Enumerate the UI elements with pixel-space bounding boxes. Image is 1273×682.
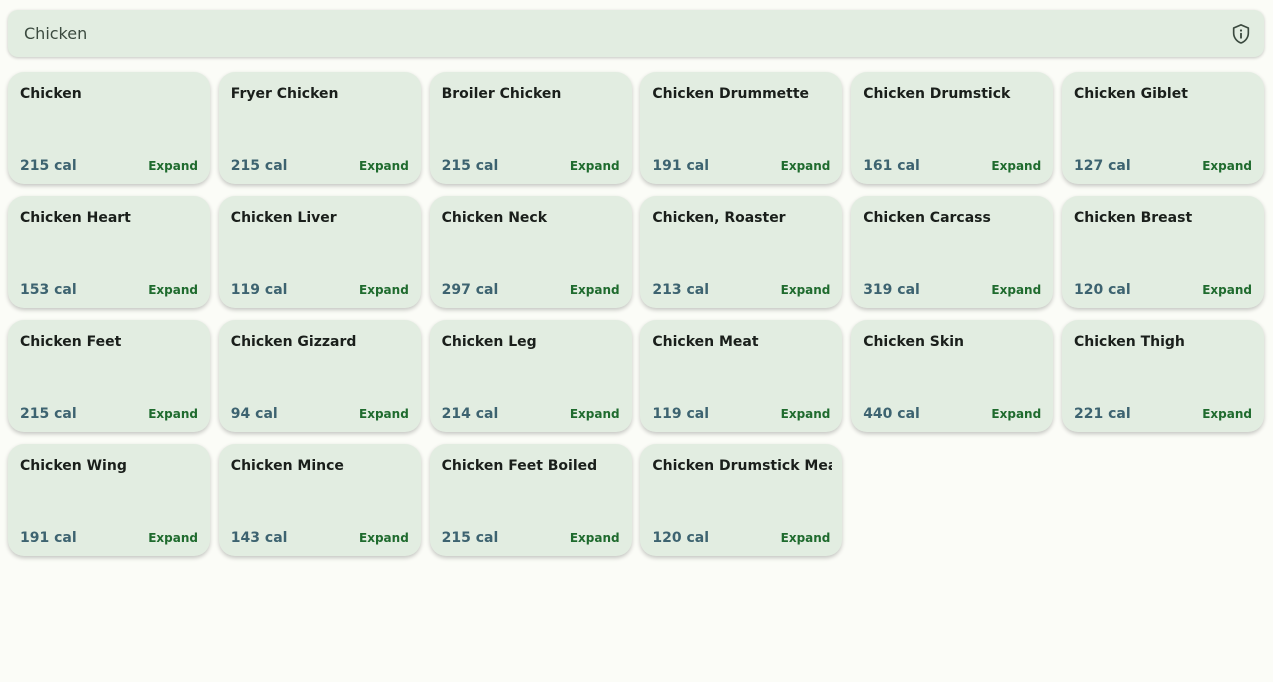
food-calories: 94 cal [230, 406, 278, 422]
food-calories: 215 cal [230, 158, 288, 174]
expand-button[interactable]: Expand [570, 159, 620, 173]
expand-button[interactable]: Expand [781, 159, 831, 173]
food-calories: 143 cal [230, 530, 288, 546]
food-name: Chicken Giblet [1073, 86, 1188, 102]
food-name: Chicken [20, 86, 82, 102]
food-calories: 214 cal [441, 406, 499, 422]
food-card[interactable]: Chicken Heart 153 cal Expand [8, 196, 210, 308]
food-name: Fryer Chicken [230, 86, 339, 102]
food-name: Chicken Mince [230, 458, 344, 474]
food-card[interactable]: Chicken Gizzard 94 cal Expand [218, 320, 421, 432]
expand-button[interactable]: Expand [781, 283, 831, 297]
expand-button[interactable]: Expand [570, 407, 620, 421]
food-card[interactable]: Chicken Neck 297 cal Expand [429, 196, 632, 308]
food-card[interactable]: Chicken Drumstick Meat 120 cal Expand [640, 444, 843, 556]
expand-button[interactable]: Expand [781, 531, 831, 545]
expand-button[interactable]: Expand [1202, 407, 1252, 421]
food-name: Chicken Thigh [1073, 334, 1185, 350]
food-card[interactable]: Chicken Drummette 191 cal Expand [640, 72, 843, 184]
expand-button[interactable]: Expand [991, 407, 1041, 421]
food-card[interactable]: Chicken Feet Boiled 215 cal Expand [429, 444, 632, 556]
food-calories: 319 cal [863, 282, 920, 298]
food-card[interactable]: Chicken, Roaster 213 cal Expand [640, 196, 843, 308]
food-name: Chicken Drumstick [863, 86, 1011, 102]
food-card[interactable]: Chicken Meat 119 cal Expand [640, 320, 843, 432]
food-card[interactable]: Fryer Chicken 215 cal Expand [218, 72, 421, 184]
food-calories: 221 cal [1073, 406, 1131, 422]
food-name: Chicken Gizzard [230, 334, 357, 350]
food-name: Chicken Breast [1073, 210, 1193, 226]
food-card[interactable]: Chicken Leg 214 cal Expand [429, 320, 632, 432]
expand-button[interactable]: Expand [570, 531, 620, 545]
food-calories: 191 cal [652, 158, 710, 174]
food-name: Chicken Skin [863, 334, 964, 350]
food-calories: 161 cal [863, 158, 920, 174]
food-name: Broiler Chicken [441, 86, 562, 102]
expand-button[interactable]: Expand [991, 283, 1041, 297]
expand-button[interactable]: Expand [570, 283, 620, 297]
food-card[interactable]: Chicken Giblet 127 cal Expand [1061, 72, 1264, 184]
food-card[interactable]: Chicken 215 cal Expand [8, 72, 210, 184]
food-name: Chicken Wing [20, 458, 127, 474]
food-calories: 440 cal [863, 406, 920, 422]
food-name: Chicken Liver [230, 210, 337, 226]
food-calories: 119 cal [652, 406, 710, 422]
food-card[interactable]: Chicken Thigh 221 cal Expand [1061, 320, 1264, 432]
food-card[interactable]: Chicken Liver 119 cal Expand [218, 196, 421, 308]
food-calories: 297 cal [441, 282, 499, 298]
expand-button[interactable]: Expand [148, 283, 198, 297]
expand-button[interactable]: Expand [359, 407, 409, 421]
food-calories: 153 cal [20, 282, 77, 298]
food-card[interactable]: Chicken Skin 440 cal Expand [851, 320, 1054, 432]
food-name: Chicken Feet [20, 334, 122, 350]
expand-button[interactable]: Expand [1202, 283, 1252, 297]
food-name: Chicken Heart [20, 210, 131, 226]
food-name: Chicken Meat [652, 334, 759, 350]
food-calories: 215 cal [441, 530, 499, 546]
food-calories: 119 cal [230, 282, 288, 298]
expand-button[interactable]: Expand [359, 283, 409, 297]
food-calories: 127 cal [1073, 158, 1131, 174]
food-card[interactable]: Chicken Drumstick 161 cal Expand [851, 72, 1054, 184]
food-card[interactable]: Broiler Chicken 215 cal Expand [429, 72, 632, 184]
food-calories: 120 cal [652, 530, 710, 546]
food-calories: 120 cal [1073, 282, 1131, 298]
food-results-grid: Chicken 215 cal Expand Fryer Chicken 215… [8, 72, 1264, 556]
search-input[interactable] [24, 10, 1204, 57]
expand-button[interactable]: Expand [781, 407, 831, 421]
food-name: Chicken Carcass [863, 210, 991, 226]
food-card[interactable]: Chicken Mince 143 cal Expand [218, 444, 421, 556]
expand-button[interactable]: Expand [991, 159, 1041, 173]
food-name: Chicken Neck [441, 210, 548, 226]
expand-button[interactable]: Expand [148, 159, 198, 173]
food-card[interactable]: Chicken Breast 120 cal Expand [1061, 196, 1264, 308]
expand-button[interactable]: Expand [359, 159, 409, 173]
food-calories: 215 cal [441, 158, 499, 174]
food-calories: 215 cal [20, 158, 77, 174]
food-card[interactable]: Chicken Carcass 319 cal Expand [851, 196, 1054, 308]
food-calories: 191 cal [20, 530, 77, 546]
expand-button[interactable]: Expand [359, 531, 409, 545]
expand-button[interactable]: Expand [148, 531, 198, 545]
food-calories: 215 cal [20, 406, 77, 422]
food-card[interactable]: Chicken Wing 191 cal Expand [8, 444, 210, 556]
shield-info-icon[interactable] [1230, 23, 1252, 45]
food-name: Chicken Drumstick Meat [652, 458, 833, 474]
food-name: Chicken Leg [441, 334, 537, 350]
expand-button[interactable]: Expand [1202, 159, 1252, 173]
search-bar [8, 10, 1264, 57]
food-calories: 213 cal [652, 282, 710, 298]
food-card[interactable]: Chicken Feet 215 cal Expand [8, 320, 210, 432]
food-name: Chicken, Roaster [652, 210, 786, 226]
food-name: Chicken Drummette [652, 86, 810, 102]
food-name: Chicken Feet Boiled [441, 458, 598, 474]
expand-button[interactable]: Expand [148, 407, 198, 421]
